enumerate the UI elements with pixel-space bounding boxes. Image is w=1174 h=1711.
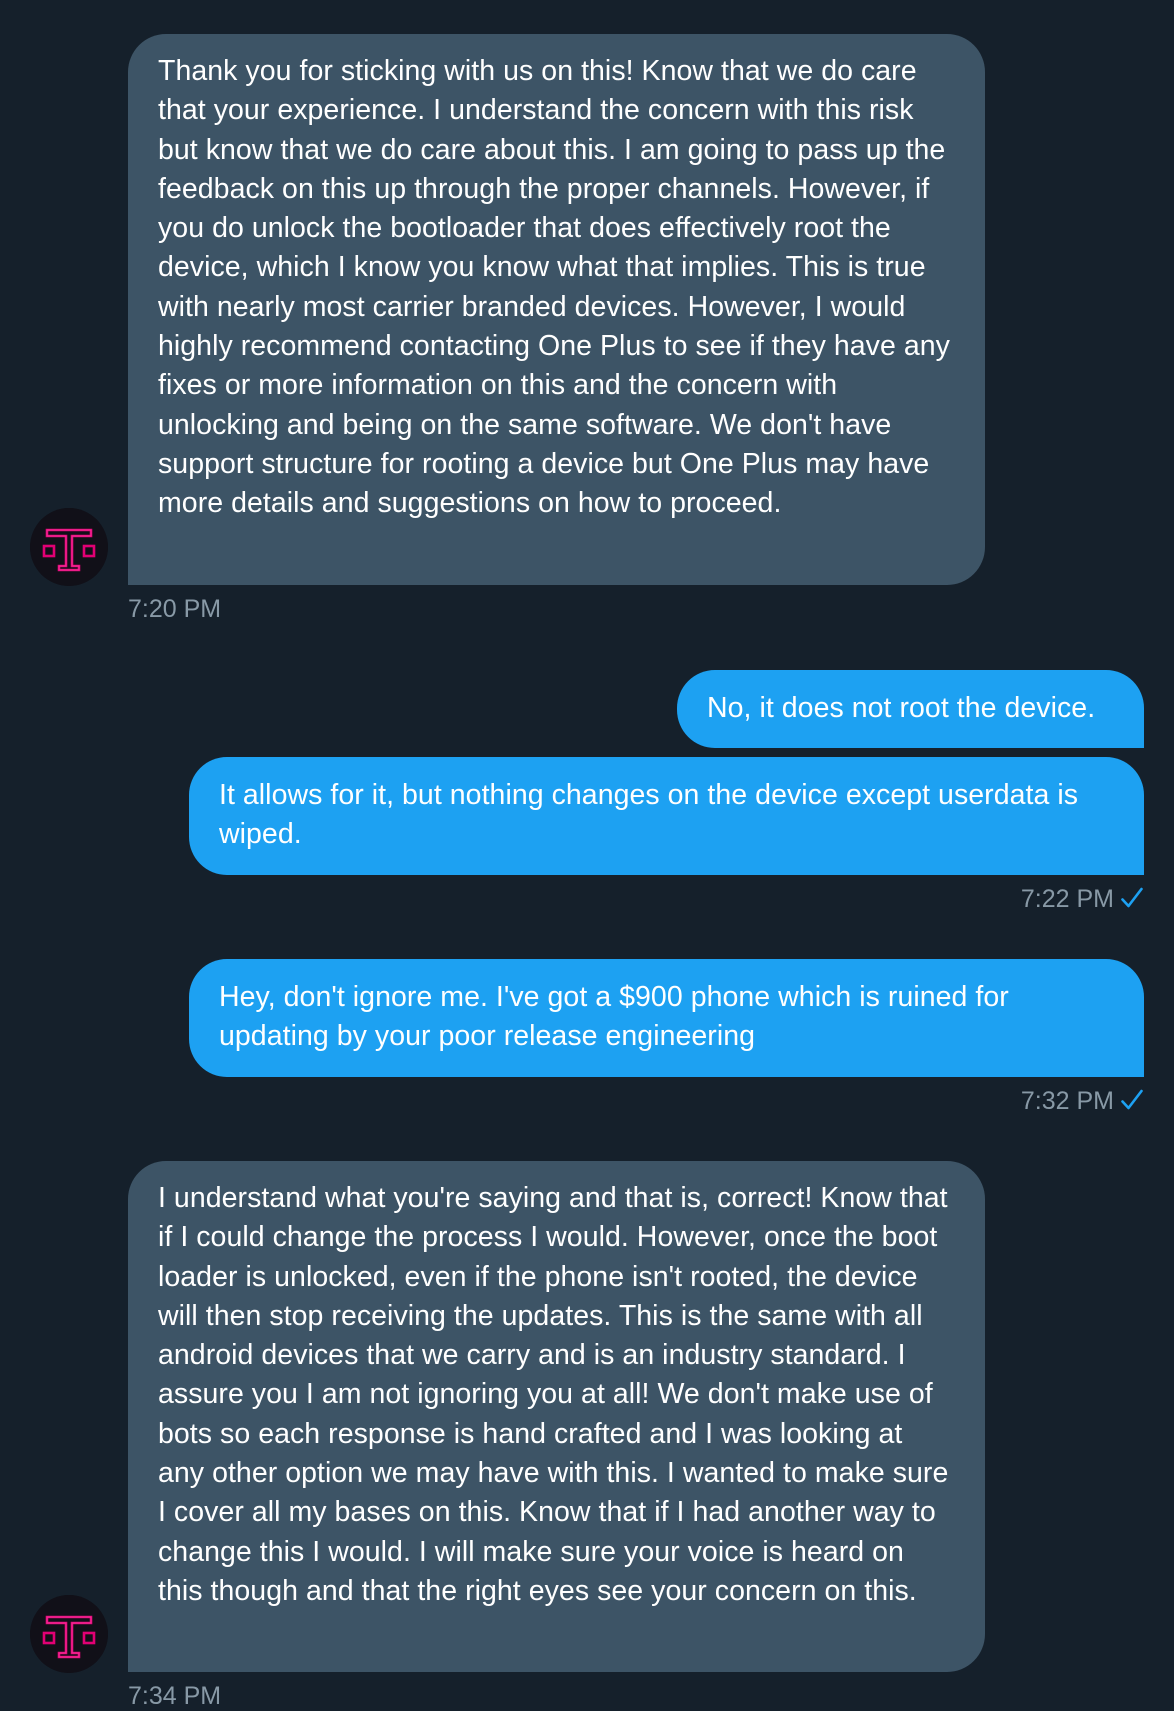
timestamp-text: 7:32 PM <box>1020 1087 1114 1115</box>
incoming-message-bubble[interactable]: Thank you for sticking with us on this! … <box>128 34 985 585</box>
t-mobile-logo-icon <box>30 1595 108 1673</box>
avatar[interactable] <box>30 1595 108 1673</box>
outgoing-message-bubble[interactable]: No, it does not root the device. <box>677 670 1144 748</box>
incoming-message-bubble[interactable]: I understand what you're saying and that… <box>128 1161 985 1672</box>
dm-conversation-thread: Thank you for sticking with us on this! … <box>0 0 1174 1710</box>
message-timestamp: 7:32 PM <box>1021 1086 1144 1116</box>
t-mobile-logo-icon <box>30 508 108 586</box>
read-check-icon <box>1121 887 1143 908</box>
timestamp-text: 7:22 PM <box>1020 885 1114 913</box>
outgoing-message-bubble[interactable]: It allows for it, but nothing changes on… <box>189 757 1144 875</box>
message-timestamp: 7:20 PM <box>128 595 222 623</box>
message-timestamp: 7:34 PM <box>128 1682 222 1710</box>
read-check-icon <box>1121 1089 1143 1110</box>
avatar[interactable] <box>30 508 108 586</box>
outgoing-message-bubble[interactable]: Hey, don't ignore me. I've got a $900 ph… <box>189 959 1144 1077</box>
message-timestamp: 7:22 PM <box>1021 884 1144 914</box>
